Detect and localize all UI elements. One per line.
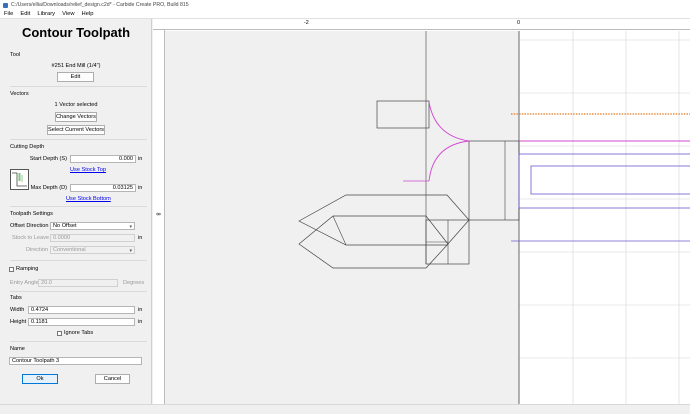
divider <box>10 291 147 292</box>
design-drawing <box>153 31 690 404</box>
menu-view[interactable]: View <box>62 11 74 17</box>
design-canvas[interactable]: -2 0 8 <box>153 19 690 404</box>
tab-height-input[interactable]: 0.1181 <box>28 318 135 326</box>
menu-file[interactable]: File <box>4 11 13 17</box>
tab-width-label: Width <box>10 307 25 313</box>
tab-height-label: Height <box>10 319 27 325</box>
name-heading: Name <box>10 346 25 352</box>
window-title: C:/Users/ellia/Downloads/relief_design.c… <box>11 2 189 8</box>
tool-name: #251 End Mill (1/4") <box>51 63 101 69</box>
divider <box>10 86 147 87</box>
direction-select[interactable]: Conventional ▾ <box>50 246 135 254</box>
menu-library[interactable]: Library <box>37 11 55 17</box>
toolpath-settings-heading: Toolpath Settings <box>10 211 53 217</box>
offset-direction-select[interactable]: No Offset ▾ <box>50 222 135 230</box>
panel-title: Contour Toolpath <box>21 25 131 40</box>
vectors-status: 1 Vector selected <box>54 102 98 108</box>
offset-direction-label: Offset Direction <box>10 223 49 229</box>
use-stock-bottom-link[interactable]: Use Stock Bottom <box>66 196 111 202</box>
contour-toolpath-panel: Contour Toolpath Tool #251 End Mill (1/4… <box>0 19 152 404</box>
toolpath-name-input[interactable]: Contour Toolpath 3 <box>9 357 142 365</box>
tab-width-unit: in <box>138 307 143 313</box>
ok-button[interactable]: Ok <box>22 374 58 384</box>
ruler-tick-label: 0 <box>517 20 520 26</box>
ruler-tick-label: 8 <box>154 212 161 216</box>
max-depth-unit: in <box>138 185 143 191</box>
ruler-top: -2 0 <box>153 19 690 30</box>
chevron-down-icon: ▾ <box>129 224 132 230</box>
change-vectors-button[interactable]: Change Vectors <box>55 112 97 122</box>
cancel-button[interactable]: Cancel <box>95 374 130 384</box>
stock-to-leave-unit: in <box>138 235 143 241</box>
menu-help[interactable]: Help <box>82 11 94 17</box>
max-depth-label: Max Depth (D) <box>30 185 67 191</box>
title-bar: C:/Users/ellia/Downloads/relief_design.c… <box>0 0 690 10</box>
menu-edit[interactable]: Edit <box>20 11 30 17</box>
ruler-tick-label: -2 <box>304 20 309 26</box>
divider <box>10 139 147 140</box>
ramping-label: Ramping <box>16 266 39 272</box>
divider <box>10 341 147 342</box>
entry-angle-label: Entry Angle <box>10 280 39 286</box>
app-icon <box>3 2 8 8</box>
tool-heading: Tool <box>10 52 21 58</box>
entry-angle-unit: Degrees <box>123 280 145 286</box>
start-depth-input[interactable]: 0.000 <box>70 155 136 163</box>
menu-bar: File Edit Library View Help <box>0 10 690 19</box>
divider <box>10 260 147 261</box>
tab-width-input[interactable]: 0.4724 <box>28 306 135 314</box>
vectors-heading: Vectors <box>10 91 29 97</box>
status-bar <box>0 404 690 414</box>
max-depth-input[interactable]: 0.03125 <box>70 184 136 192</box>
ignore-tabs-checkbox[interactable] <box>57 331 62 336</box>
start-depth-label: Start Depth (S) <box>29 156 67 162</box>
direction-label: Direction <box>26 247 49 253</box>
use-stock-top-link[interactable]: Use Stock Top <box>70 167 106 173</box>
offset-direction-value: No Offset <box>53 223 77 229</box>
edit-tool-button[interactable]: Edit <box>57 72 94 82</box>
ruler-left: 8 <box>153 30 165 404</box>
ramping-checkbox[interactable] <box>9 267 14 272</box>
chevron-down-icon: ▾ <box>129 248 132 254</box>
select-current-vectors-button[interactable]: Select Current Vectors <box>47 125 105 135</box>
start-depth-unit: in <box>138 156 143 162</box>
ignore-tabs-label: Ignore Tabs <box>64 330 94 336</box>
tabs-heading: Tabs <box>10 295 22 301</box>
stock-to-leave-label: Stock to Leave <box>12 235 50 241</box>
tab-height-unit: in <box>138 319 143 325</box>
divider <box>10 206 147 207</box>
cutting-depth-heading: Cutting Depth <box>10 144 45 150</box>
direction-value: Conventional <box>53 247 86 253</box>
entry-angle-input[interactable]: 20.0 <box>38 279 118 287</box>
stock-to-leave-input[interactable]: 0.0000 <box>50 234 135 242</box>
